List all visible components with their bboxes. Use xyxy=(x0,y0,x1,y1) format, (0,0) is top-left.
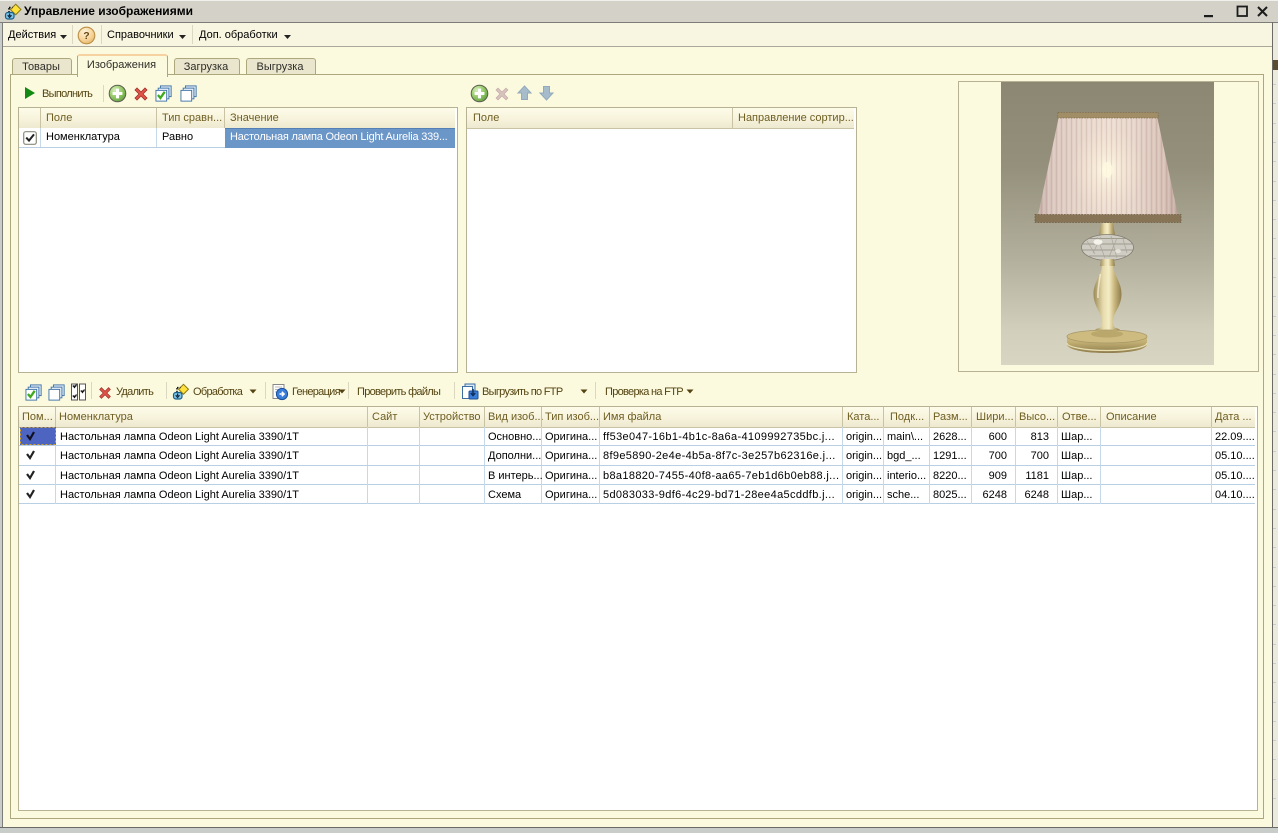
svg-text:?: ? xyxy=(83,30,89,42)
